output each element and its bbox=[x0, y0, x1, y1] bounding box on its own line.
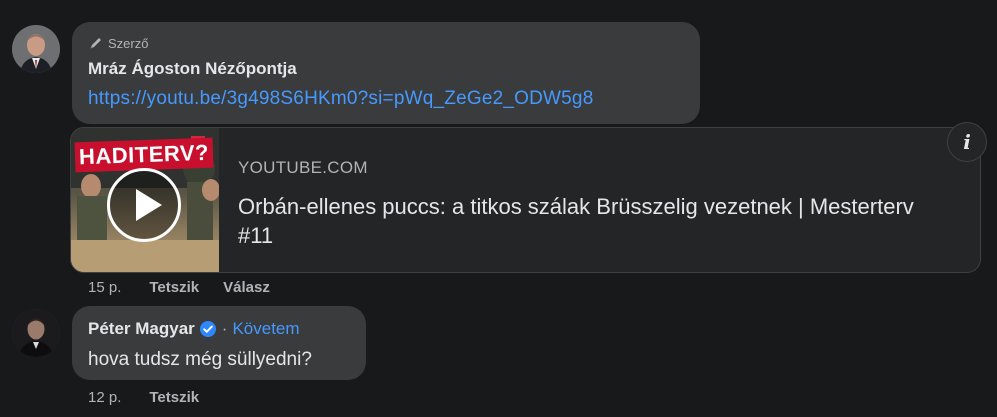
commenter-name[interactable]: Mráz Ágoston Nézőpontja bbox=[88, 58, 684, 80]
comment-text: hova tudsz még süllyedni? bbox=[88, 349, 312, 370]
comment-timestamp[interactable]: 15 p. bbox=[88, 279, 121, 296]
like-button[interactable]: Tetszik bbox=[149, 389, 199, 406]
comment-link[interactable]: https://youtu.be/3g498S6HKm0?si=pWq_ZeGe… bbox=[88, 86, 684, 112]
avatar-image bbox=[12, 25, 60, 73]
video-thumbnail[interactable]: HADITERV? bbox=[71, 128, 219, 272]
play-icon[interactable] bbox=[107, 168, 181, 242]
commenter-name[interactable]: Péter Magyar bbox=[88, 318, 195, 340]
author-badge: Szerző bbox=[88, 34, 684, 52]
comment-bubble: Szerző Mráz Ágoston Nézőpontja https://y… bbox=[72, 22, 700, 124]
avatar-image bbox=[12, 309, 60, 357]
verified-badge-icon bbox=[199, 321, 216, 337]
info-icon[interactable]: i bbox=[947, 122, 987, 162]
comment-actions: 15 p. Tetszik Válasz bbox=[88, 279, 294, 296]
pencil-icon bbox=[90, 38, 101, 49]
follow-button[interactable]: Követem bbox=[232, 318, 299, 340]
avatar[interactable] bbox=[12, 309, 60, 357]
separator-dot: · bbox=[221, 319, 228, 338]
reply-button[interactable]: Válasz bbox=[223, 279, 270, 296]
avatar[interactable] bbox=[12, 25, 60, 73]
like-button[interactable]: Tetszik bbox=[149, 279, 199, 296]
link-preview-card[interactable]: HADITERV? YOUTUBE.COM Orbán-ellenes pucc… bbox=[70, 127, 981, 273]
preview-title[interactable]: Orbán-ellenes puccs: a titkos szálak Brü… bbox=[238, 192, 938, 250]
comment-timestamp[interactable]: 12 p. bbox=[88, 389, 121, 406]
author-badge-label: Szerző bbox=[108, 35, 149, 51]
comment-actions: 12 p. Tetszik bbox=[88, 389, 223, 406]
comment-bubble: Péter Magyar · Követem hova tudsz még sü… bbox=[72, 306, 366, 380]
preview-domain: YOUTUBE.COM bbox=[238, 158, 368, 177]
